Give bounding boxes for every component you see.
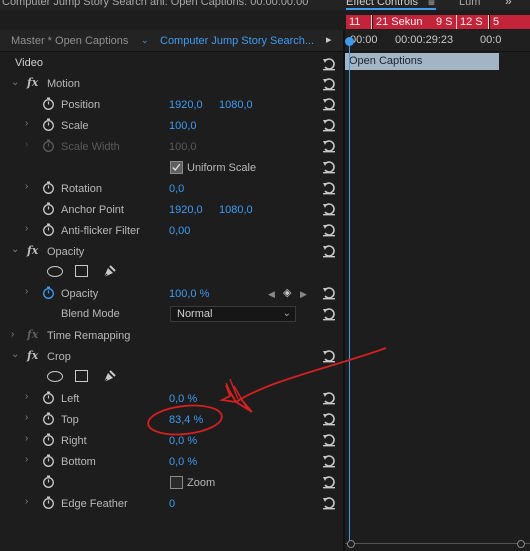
annotation-circle bbox=[147, 404, 223, 436]
annotation-arrow-line bbox=[235, 347, 387, 403]
red-annotation-overlay bbox=[147, 347, 387, 436]
